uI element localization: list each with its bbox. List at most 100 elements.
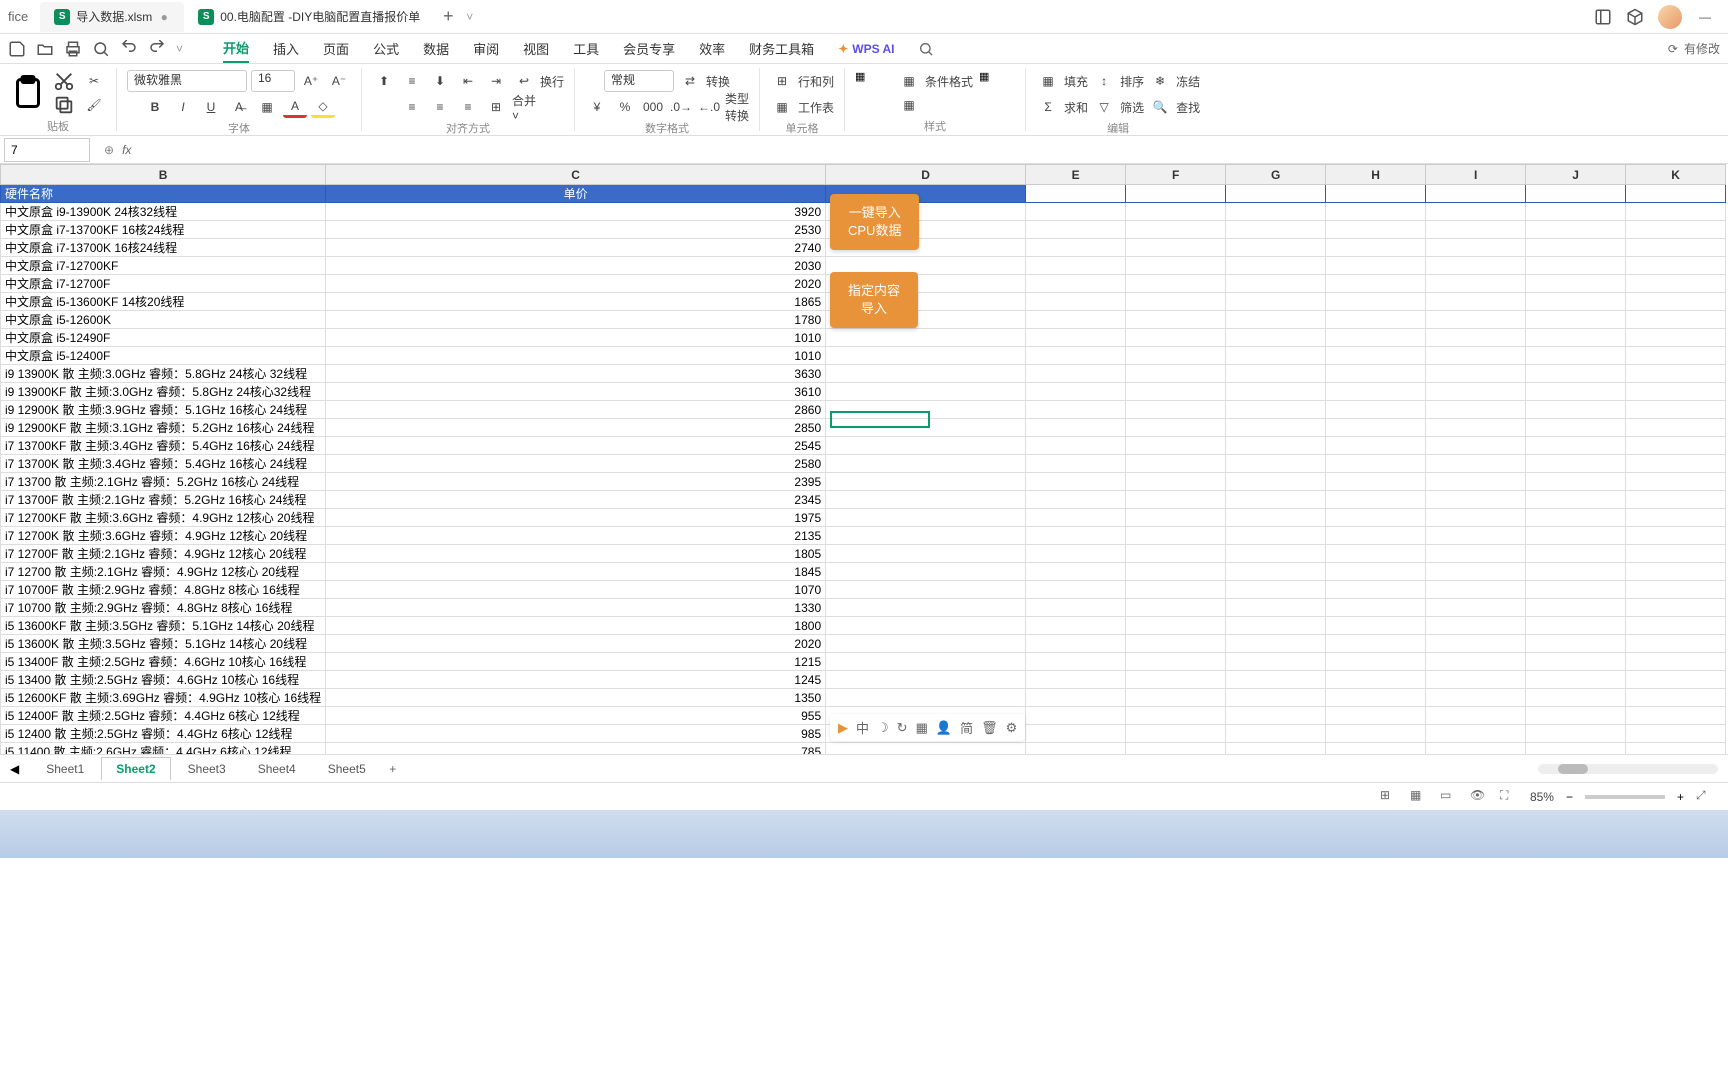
cell-price[interactable]: 2020 bbox=[326, 635, 826, 653]
preview-icon[interactable] bbox=[92, 40, 110, 58]
indent-decrease-icon[interactable]: ⇤ bbox=[456, 70, 480, 92]
filter-icon[interactable]: ▽ bbox=[1092, 96, 1116, 118]
add-tab-button[interactable]: + bbox=[434, 3, 462, 31]
moon-icon[interactable]: ☽ bbox=[877, 720, 889, 736]
table-row[interactable]: i7 13700KF 散 主频:3.4GHz 睿频：5.4GHz 16核心 24… bbox=[1, 437, 1726, 455]
table-row[interactable]: i5 13400 散 主频:2.5GHz 睿频：4.6GHz 10核心 16线程… bbox=[1, 671, 1726, 689]
cell-price[interactable]: 2345 bbox=[326, 491, 826, 509]
chevron-down-icon[interactable]: ˅ bbox=[176, 42, 183, 56]
redo-icon[interactable] bbox=[148, 40, 166, 58]
worksheet-icon[interactable]: ▦ bbox=[770, 96, 794, 118]
cell-name[interactable]: 中文原盒 i5-13600KF 14核20线程 bbox=[1, 293, 326, 311]
cell-price[interactable]: 2020 bbox=[326, 275, 826, 293]
decimal-inc-icon[interactable]: .0→ bbox=[669, 96, 693, 118]
cell-name[interactable]: 中文原盒 i7-13700K 16核24线程 bbox=[1, 239, 326, 257]
col-header-j[interactable]: J bbox=[1526, 165, 1626, 185]
cell-name[interactable]: i9 13900K 散 主频:3.0GHz 睿频：5.8GHz 24核心 32线… bbox=[1, 365, 326, 383]
cell-name[interactable]: 中文原盒 i9-13900K 24核32线程 bbox=[1, 203, 326, 221]
rowcol-icon[interactable]: ⊞ bbox=[770, 70, 794, 92]
person-icon[interactable]: 👤 bbox=[936, 720, 952, 736]
increase-font-icon[interactable]: A⁺ bbox=[299, 70, 323, 92]
table-row[interactable]: i9 13900KF 散 主频:3.0GHz 睿频：5.8GHz 24核心32线… bbox=[1, 383, 1726, 401]
cell-price[interactable]: 1010 bbox=[326, 329, 826, 347]
cell-price[interactable]: 1070 bbox=[326, 581, 826, 599]
windows-taskbar[interactable] bbox=[0, 810, 1728, 858]
menu-page[interactable]: 页面 bbox=[323, 35, 349, 62]
cell-price[interactable]: 1845 bbox=[326, 563, 826, 581]
table-row[interactable]: i7 10700 散 主频:2.9GHz 睿频：4.8GHz 8核心 16线程1… bbox=[1, 599, 1726, 617]
cell-price[interactable]: 1800 bbox=[326, 617, 826, 635]
save-icon[interactable] bbox=[8, 40, 26, 58]
sum-icon[interactable]: Σ bbox=[1036, 96, 1060, 118]
col-header-e[interactable]: E bbox=[1026, 165, 1126, 185]
menu-view[interactable]: 视图 bbox=[523, 35, 549, 62]
decrease-font-icon[interactable]: A⁻ bbox=[327, 70, 351, 92]
condfmt-icon[interactable]: ▦ bbox=[897, 70, 921, 92]
menu-formula[interactable]: 公式 bbox=[373, 35, 399, 62]
table-row[interactable]: i7 13700 散 主频:2.1GHz 睿频：5.2GHz 16核心 24线程… bbox=[1, 473, 1726, 491]
menu-tools[interactable]: 工具 bbox=[573, 35, 599, 62]
expand-icon[interactable]: ⤢ bbox=[1696, 788, 1714, 806]
menu-start[interactable]: 开始 bbox=[223, 34, 249, 63]
cell-name[interactable]: 中文原盒 i5-12400F bbox=[1, 347, 326, 365]
cell-name[interactable]: i7 12700KF 散 主频:3.6GHz 睿频：4.9GHz 12核心 20… bbox=[1, 509, 326, 527]
file-tab-1[interactable]: S 导入数据.xlsm ● bbox=[40, 2, 184, 32]
cell-price[interactable]: 955 bbox=[326, 707, 826, 725]
view-normal-icon[interactable]: ⊞ bbox=[1380, 788, 1398, 806]
zoom-level[interactable]: 85% bbox=[1530, 790, 1554, 804]
fx-icon[interactable]: fx bbox=[122, 143, 131, 157]
chevron-down-icon[interactable]: ˅ bbox=[466, 10, 473, 24]
import-cpu-button[interactable]: 一键导入 CPU数据 bbox=[830, 194, 919, 250]
underline-button[interactable]: U bbox=[199, 96, 223, 118]
cell-name[interactable]: i7 13700K 散 主频:3.4GHz 睿频：5.4GHz 16核心 24线… bbox=[1, 455, 326, 473]
zoom-in-button[interactable]: + bbox=[1677, 790, 1684, 804]
zoom-slider[interactable] bbox=[1585, 795, 1665, 799]
menu-data[interactable]: 数据 bbox=[423, 35, 449, 62]
wps-ai-button[interactable]: ✦WPS AI bbox=[838, 42, 894, 56]
table-row[interactable]: 中文原盒 i5-12400F1010 bbox=[1, 347, 1726, 365]
menu-efficiency[interactable]: 效率 bbox=[699, 35, 725, 62]
table-row[interactable]: i7 13700K 散 主频:3.4GHz 睿频：5.4GHz 16核心 24线… bbox=[1, 455, 1726, 473]
menu-finance[interactable]: 财务工具箱 bbox=[749, 35, 814, 62]
format-painter-icon[interactable]: ✂ bbox=[82, 70, 106, 92]
cell-name[interactable]: 中文原盒 i7-12700KF bbox=[1, 257, 326, 275]
col-header-c[interactable]: C bbox=[326, 165, 826, 185]
cell-name[interactable]: i7 12700 散 主频:2.1GHz 睿频：4.9GHz 12核心 20线程 bbox=[1, 563, 326, 581]
cell-name[interactable]: i5 12400F 散 主频:2.5GHz 睿频：4.4GHz 6核心 12线程 bbox=[1, 707, 326, 725]
table-row[interactable]: i5 11400 散 主频:2.6GHz 睿频：4.4GHz 6核心 12线程7… bbox=[1, 743, 1726, 755]
font-color-button[interactable]: A bbox=[283, 96, 307, 118]
table-row[interactable]: i7 12700 散 主频:2.1GHz 睿频：4.9GHz 12核心 20线程… bbox=[1, 563, 1726, 581]
cell-name[interactable]: 中文原盒 i5-12600K bbox=[1, 311, 326, 329]
col-header-b[interactable]: B bbox=[1, 165, 326, 185]
lang-toggle[interactable]: 中 bbox=[856, 718, 869, 737]
col-header-h[interactable]: H bbox=[1326, 165, 1426, 185]
horizontal-scrollbar[interactable] bbox=[1538, 764, 1718, 774]
table-row[interactable]: i5 13600K 散 主频:3.5GHz 睿频：5.1GHz 14核心 20线… bbox=[1, 635, 1726, 653]
cell-name[interactable]: i9 12900KF 散 主频:3.1GHz 睿频：5.2GHz 16核心 24… bbox=[1, 419, 326, 437]
merge-cells-button[interactable]: 合并 ˅ bbox=[512, 96, 536, 118]
close-icon[interactable]: ● bbox=[158, 11, 170, 23]
sync-icon[interactable]: ⟳ bbox=[1668, 42, 1678, 56]
cell-price[interactable]: 2395 bbox=[326, 473, 826, 491]
cell-name[interactable]: i5 13400F 散 主频:2.5GHz 睿频：4.6GHz 10核心 16线… bbox=[1, 653, 326, 671]
compass-icon[interactable]: ↻ bbox=[897, 720, 908, 736]
sort-icon[interactable]: ↕ bbox=[1092, 70, 1116, 92]
minimize-icon[interactable]: — bbox=[1696, 8, 1714, 26]
cell-name[interactable]: i7 12700K 散 主频:3.6GHz 睿频：4.9GHz 12核心 20线… bbox=[1, 527, 326, 545]
cell-name[interactable]: i5 13400 散 主频:2.5GHz 睿频：4.6GHz 10核心 16线程 bbox=[1, 671, 326, 689]
freeze-icon[interactable]: ❄ bbox=[1148, 70, 1172, 92]
table-row[interactable]: i7 12700K 散 主频:3.6GHz 睿频：4.9GHz 12核心 20线… bbox=[1, 527, 1726, 545]
format-button[interactable]: ▦ bbox=[979, 70, 1015, 116]
name-box[interactable]: 7 bbox=[4, 138, 90, 162]
file-tab-2[interactable]: S 00.电脑配置 -DIY电脑配置直播报价单 bbox=[184, 2, 434, 32]
cell-name[interactable]: i7 13700KF 散 主频:3.4GHz 睿频：5.4GHz 16核心 24… bbox=[1, 437, 326, 455]
border-button[interactable]: ▦ bbox=[255, 96, 279, 118]
cell-price[interactable]: 2740 bbox=[326, 239, 826, 257]
cell-price[interactable]: 2580 bbox=[326, 455, 826, 473]
copy-icon[interactable] bbox=[52, 94, 76, 116]
table-row[interactable]: i5 13600KF 散 主频:3.5GHz 睿频：5.1GHz 14核心 20… bbox=[1, 617, 1726, 635]
find-icon[interactable]: 🔍 bbox=[1148, 96, 1172, 118]
sheet-tab[interactable]: Sheet4 bbox=[243, 757, 311, 781]
cell-price[interactable]: 2135 bbox=[326, 527, 826, 545]
align-top-icon[interactable]: ⬆ bbox=[372, 70, 396, 92]
